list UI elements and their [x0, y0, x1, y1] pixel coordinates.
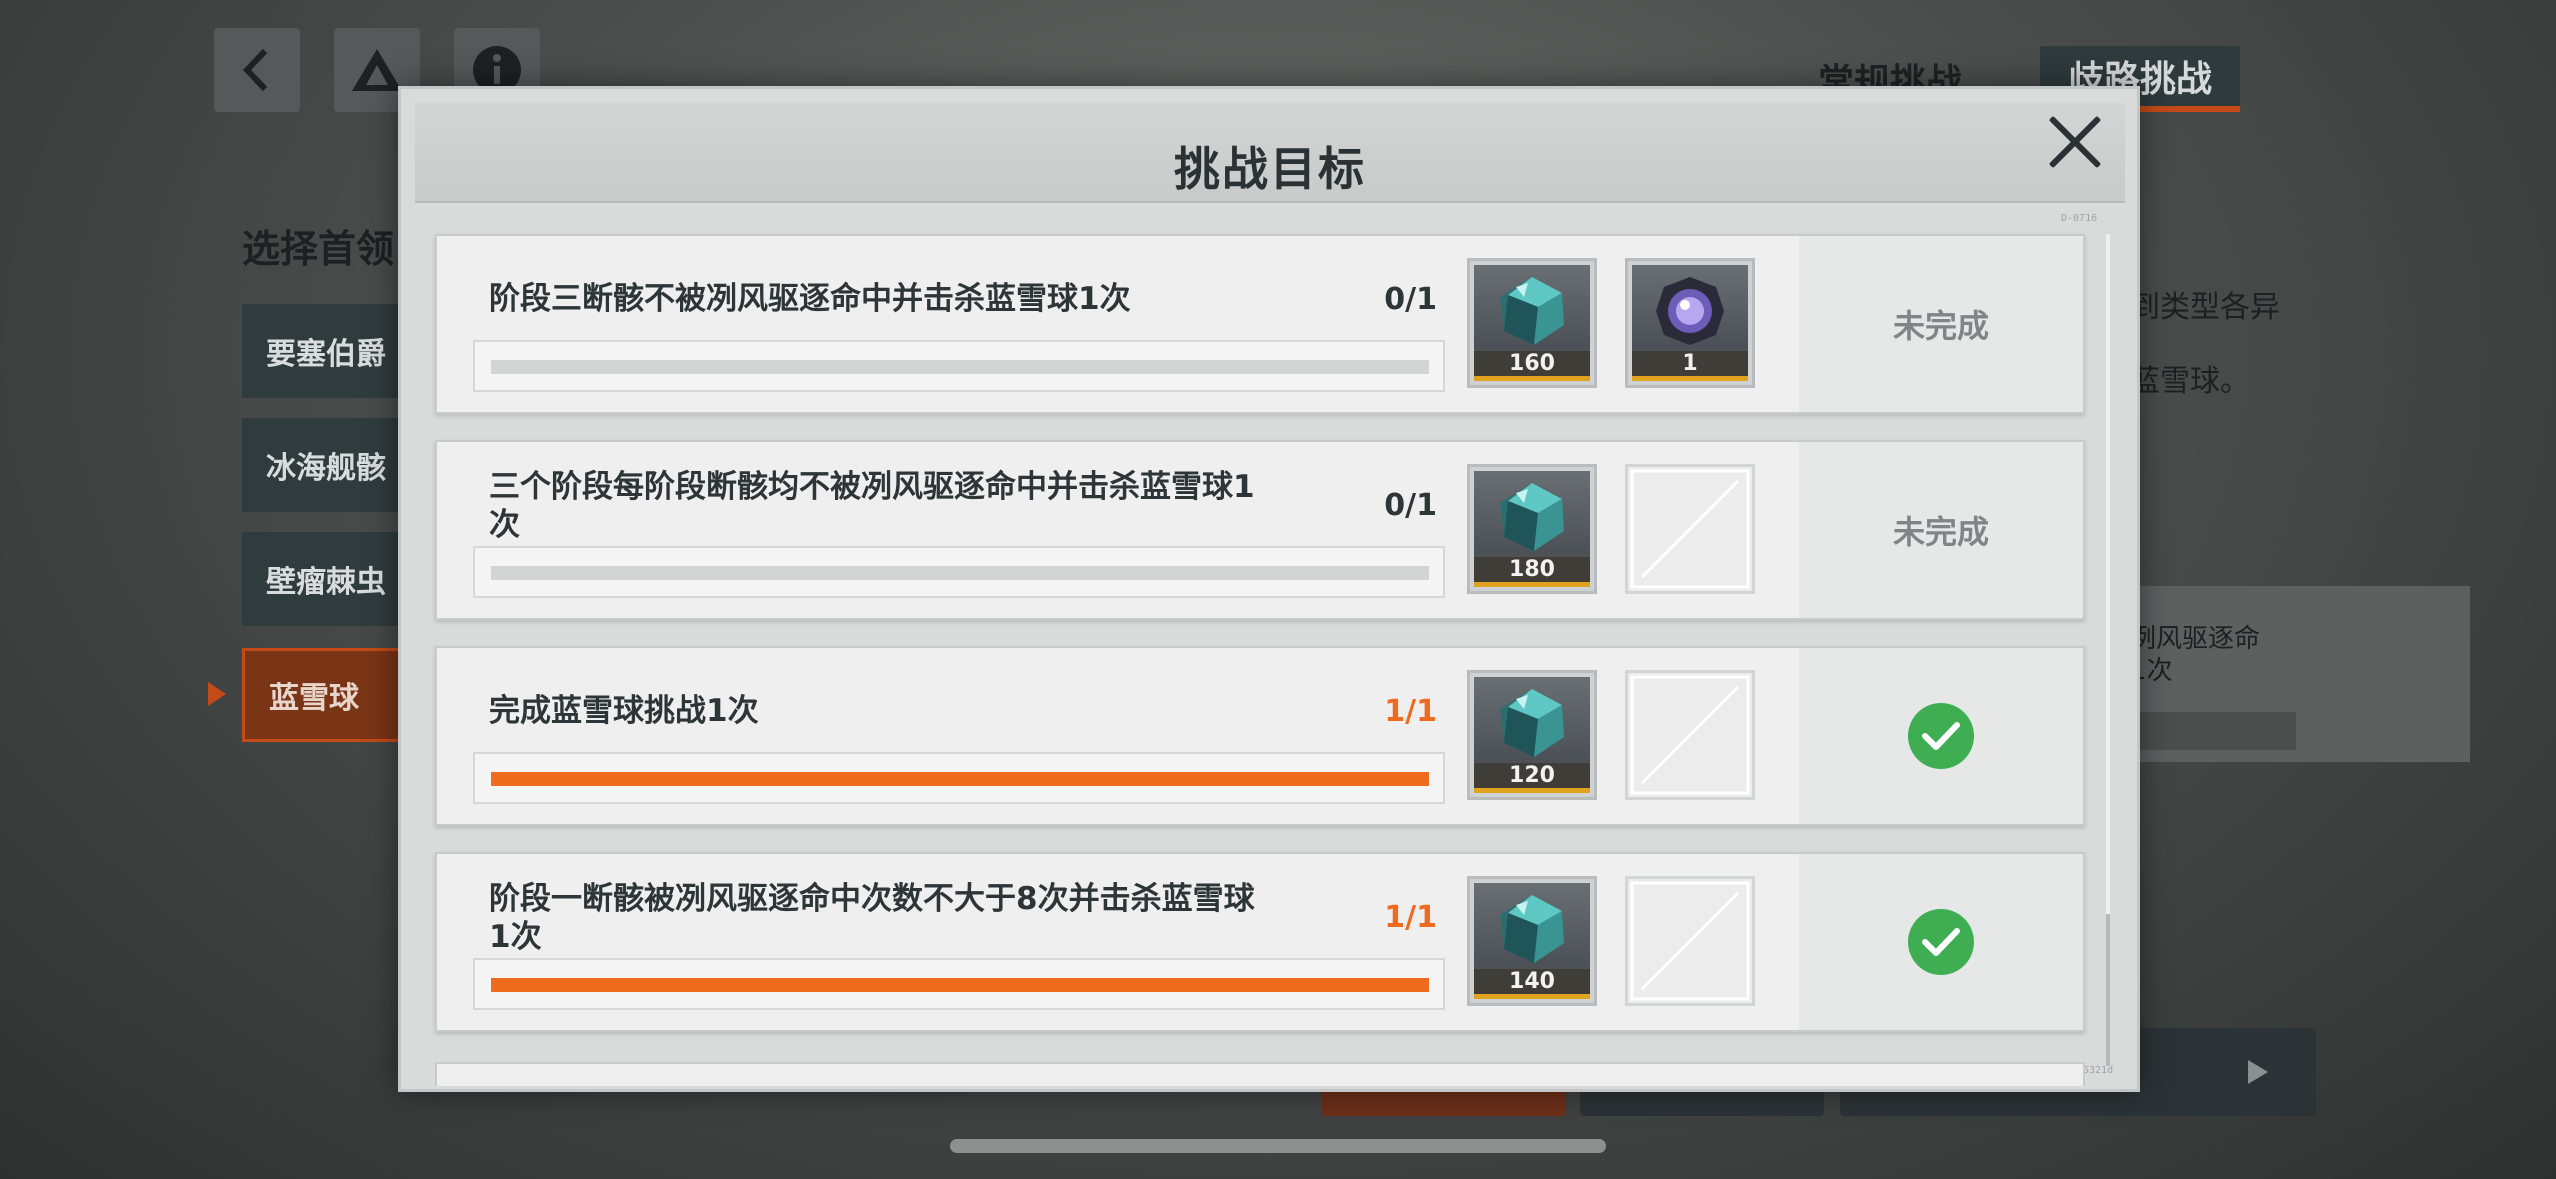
progress-track — [491, 566, 1429, 580]
scrollbar-thumb[interactable] — [2106, 234, 2110, 914]
challenge-description: 阶段三断骸不被冽风驱逐命中并击杀蓝雪球1次 — [489, 281, 1131, 317]
reward-quantity: 160 — [1474, 351, 1590, 381]
scrollbar[interactable] — [2106, 234, 2110, 1066]
boss-item-4[interactable]: 蓝雪球 — [242, 648, 422, 742]
crystal-icon — [1500, 895, 1564, 963]
challenge-progress-count: 1/1 — [1384, 900, 1437, 935]
crystal-icon — [1500, 483, 1564, 551]
challenge-progress-count: 0/1 — [1384, 488, 1437, 523]
reward-quantity: 1 — [1632, 351, 1748, 381]
challenge-description: 阶段一断骸被冽风驱逐命中次数不大于8次并击杀蓝雪球1次 — [489, 881, 1255, 955]
boss-item-2[interactable]: 冰海舰骸 — [242, 418, 422, 512]
progress-fill — [491, 978, 1429, 992]
reward-item[interactable]: 180 — [1467, 464, 1597, 594]
selection-arrow-icon — [208, 682, 226, 706]
progress-bar — [473, 752, 1445, 804]
status-panel: 未完成 — [1799, 236, 2083, 412]
reward-item[interactable]: 1 — [1625, 258, 1755, 388]
empty-reward-slot — [1625, 464, 1755, 594]
crystal-icon — [1500, 689, 1564, 757]
progress-fill — [491, 772, 1429, 786]
challenge-row: 阶段三断骸不被冽风驱逐命中并击杀蓝雪球1次 0/1 160 1 未完成 — [435, 234, 2085, 414]
progress-bar — [473, 546, 1445, 598]
back-button[interactable] — [214, 28, 300, 112]
back-arrow-icon — [242, 48, 268, 92]
crystal-icon — [1500, 277, 1564, 345]
progress-track — [491, 978, 1429, 992]
reward-quantity: 140 — [1474, 969, 1590, 999]
close-icon[interactable] — [2045, 112, 2105, 172]
map-icon — [352, 49, 402, 91]
modal-code-top: D-0716 — [2061, 213, 2098, 224]
progress-track — [491, 772, 1429, 786]
reward-item[interactable]: 160 — [1467, 258, 1597, 388]
challenge-description: 三个阶段每阶段断骸均不被冽风驱逐命中并击杀蓝雪球1次 — [489, 469, 1255, 543]
challenge-row: 三个阶段每阶段断骸均不被冽风驱逐命中并击杀蓝雪球1次 0/1 180 未完成 — [435, 440, 2085, 620]
progress-bar — [473, 340, 1445, 392]
boss-select-heading: 选择首领 — [242, 227, 395, 271]
challenge-row: 完成蓝雪球挑战1次 1/1 120 — [435, 646, 2085, 826]
reward-item[interactable]: 140 — [1467, 876, 1597, 1006]
challenge-progress-count: 1/1 — [1384, 694, 1437, 729]
orb-icon — [1656, 277, 1724, 345]
status-panel — [1799, 854, 2083, 1030]
empty-slot-icon — [1630, 469, 1750, 589]
status-panel — [1799, 648, 2083, 824]
home-indicator[interactable] — [950, 1139, 1606, 1153]
reward-quantity: 180 — [1474, 557, 1590, 587]
play-icon — [2248, 1060, 2268, 1084]
check-icon — [1908, 909, 1974, 975]
boss-desc-line-2: 蓝雪球。 — [2130, 364, 2250, 399]
check-icon — [1908, 703, 1974, 769]
status-label: 未完成 — [1892, 513, 1989, 551]
progress-bar — [473, 958, 1445, 1010]
challenge-description: 完成蓝雪球挑战1次 — [489, 693, 759, 729]
reward-quantity: 120 — [1474, 763, 1590, 793]
challenge-row: 阶段一断骸被冽风驱逐命中次数不大于8次并击杀蓝雪球1次 1/1 140 — [435, 852, 2085, 1032]
modal-code-bottom: 5321d — [2083, 1065, 2114, 1076]
reward-item[interactable]: 120 — [1467, 670, 1597, 800]
empty-reward-slot — [1625, 876, 1755, 1006]
empty-reward-slot — [1625, 670, 1755, 800]
modal-header: 挑战目标 — [415, 103, 2125, 203]
challenge-row-partial — [435, 1062, 2085, 1086]
progress-track — [491, 360, 1429, 374]
boss-item-3[interactable]: 壁瘤棘虫 — [242, 532, 422, 626]
challenge-progress-count: 0/1 — [1384, 282, 1437, 317]
status-label: 未完成 — [1892, 307, 1989, 345]
status-panel: 未完成 — [1799, 442, 2083, 618]
empty-slot-icon — [1630, 675, 1750, 795]
boss-item-1[interactable]: 要塞伯爵 — [242, 304, 422, 398]
boss-desc-line-1: 到类型各异 — [2130, 290, 2280, 325]
modal-title: 挑战目标 — [1174, 142, 1366, 196]
empty-slot-icon — [1630, 881, 1750, 1001]
